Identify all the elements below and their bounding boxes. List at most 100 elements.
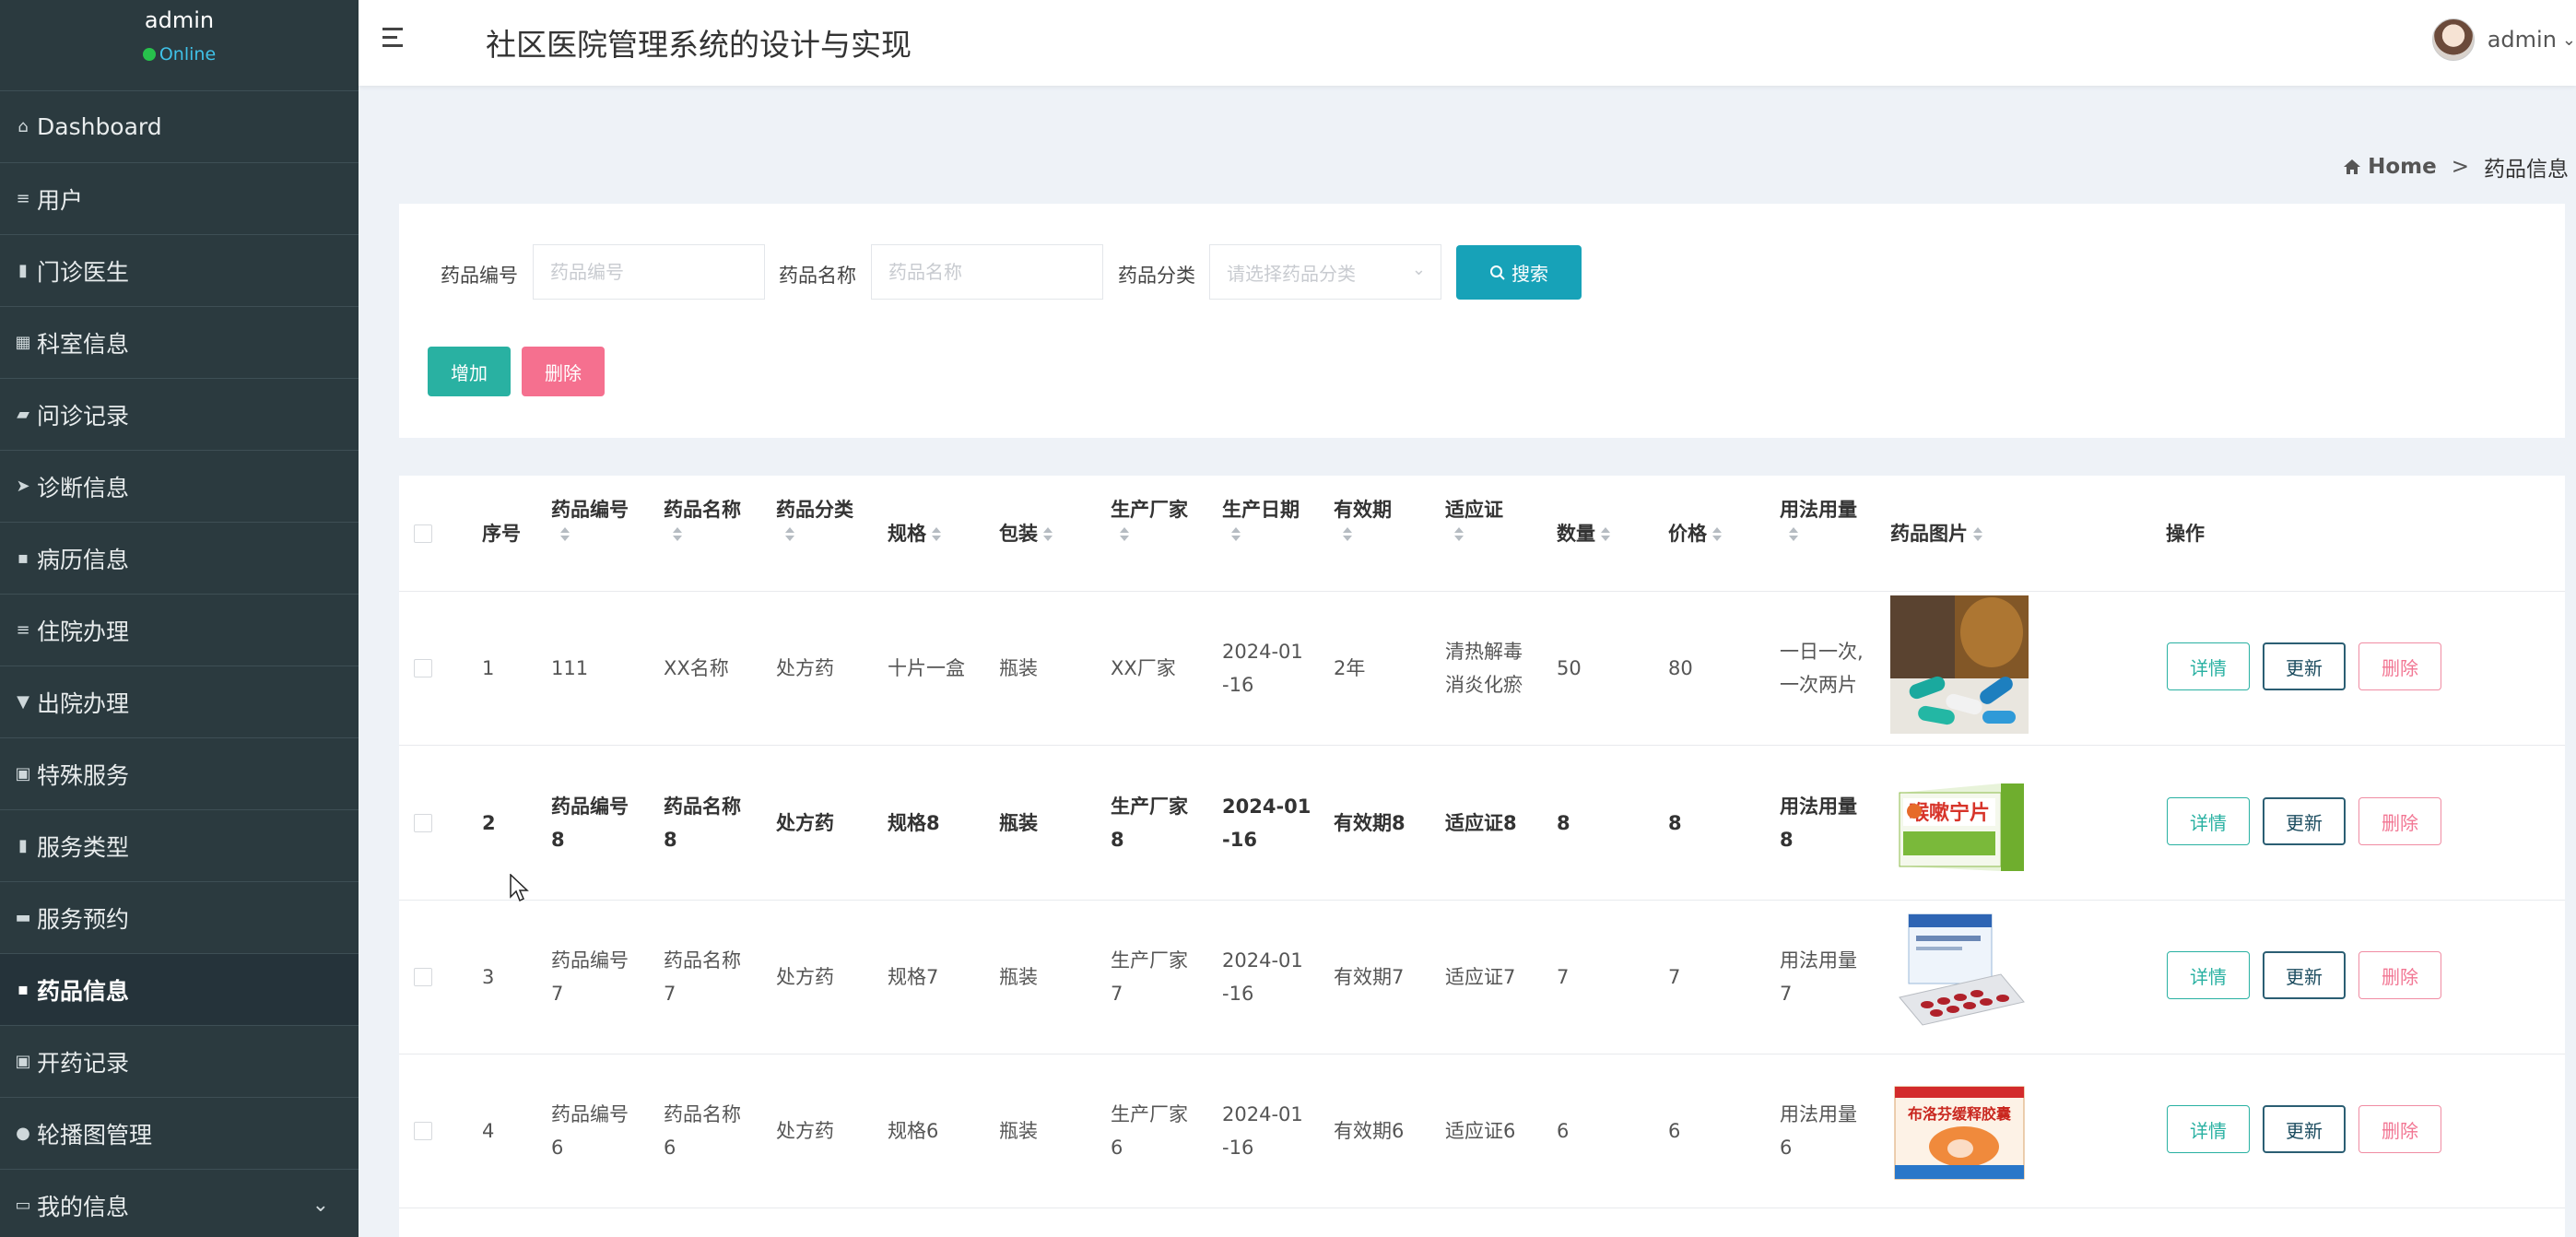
cell-price: 8 — [1668, 812, 1682, 834]
medicine-image: 布洛芬缓释胶囊 — [1890, 1082, 2029, 1220]
cell-category: 处方药 — [776, 966, 834, 988]
breadcrumb-home[interactable]: Home — [2344, 155, 2437, 179]
update-button[interactable]: 更新 — [2263, 797, 2346, 845]
cell-maker: XX厂家 — [1111, 652, 1176, 685]
sort-icon[interactable] — [1601, 527, 1610, 542]
batch-delete-button[interactable]: 删除 — [522, 347, 605, 396]
cell-usage-line: 7 — [1780, 983, 1793, 1005]
cell-validity: 2年 — [1334, 657, 1366, 679]
code-input[interactable] — [533, 244, 765, 300]
col-date[interactable]: 生产日期 — [1222, 494, 1300, 542]
row-checkbox[interactable] — [414, 1122, 432, 1140]
cell-name: 药品名称 7 — [664, 944, 741, 1010]
delete-button[interactable]: 删除 — [2358, 797, 2441, 845]
update-button[interactable]: 更新 — [2263, 642, 2346, 690]
sort-icon[interactable] — [560, 527, 570, 542]
sort-icon[interactable] — [1231, 527, 1241, 542]
cell-category: 处方药 — [776, 812, 834, 834]
cell-code: 药品编号 8 — [551, 790, 629, 856]
delete-button[interactable]: 删除 — [2358, 951, 2441, 999]
sidebar-item[interactable]: ▬ 服务预约 — [0, 882, 359, 954]
avatar — [2431, 18, 2475, 61]
sidebar-item[interactable]: ▣ 开药记录 — [0, 1026, 359, 1098]
sort-icon[interactable] — [1454, 527, 1464, 542]
mouse-cursor-icon — [510, 874, 529, 902]
col-usage[interactable]: 用法用量 — [1780, 494, 1857, 542]
sidebar-item[interactable]: ▣ 特殊服务 — [0, 738, 359, 810]
cell-usage: 用法用量 6 — [1780, 1098, 1857, 1164]
sidebar-item[interactable]: ▮ 门诊医生 — [0, 235, 359, 307]
cell-package: 瓶装 — [999, 1120, 1038, 1142]
sort-icon[interactable] — [1343, 527, 1352, 542]
cell-index: 3 — [482, 966, 495, 988]
sidebar-item[interactable]: ▭ 我的信息 ⌄ — [0, 1170, 359, 1237]
sidebar-item[interactable]: ● 轮播图管理 — [0, 1098, 359, 1170]
cell-date-line: 2024-01 — [1222, 949, 1303, 972]
col-image[interactable]: 药品图片 — [1890, 518, 1982, 549]
name-label: 药品名称 — [779, 265, 856, 287]
col-spec-label: 规格 — [888, 523, 926, 545]
delete-button[interactable]: 删除 — [2358, 1105, 2441, 1153]
cell-spec: 规格7 — [888, 966, 939, 988]
col-package[interactable]: 包装 — [999, 518, 1053, 549]
sidebar-item[interactable]: ▪ 病历信息 — [0, 523, 359, 595]
cell-usage-line: 用法用量 — [1780, 1103, 1857, 1125]
cell-maker-line: 6 — [1111, 1137, 1123, 1159]
sidebar-item[interactable]: ▪ 药品信息 — [0, 954, 359, 1026]
detail-button[interactable]: 详情 — [2167, 951, 2250, 999]
col-name[interactable]: 药品名称 — [664, 494, 741, 542]
row-checkbox[interactable] — [414, 659, 432, 677]
sort-icon[interactable] — [1789, 527, 1798, 542]
sidebar-item[interactable]: ⌂ Dashboard — [0, 91, 359, 163]
cell-maker: 生产厂家 7 — [1111, 944, 1188, 1010]
sort-icon[interactable] — [785, 527, 794, 542]
sort-icon[interactable] — [932, 527, 941, 542]
sidebar-item[interactable]: ▰ 问诊记录 — [0, 379, 359, 451]
cell-maker: 生产厂家 8 — [1111, 790, 1188, 856]
detail-button[interactable]: 详情 — [2167, 797, 2250, 845]
cell-date: 2024-01 -16 — [1222, 635, 1303, 701]
delete-button[interactable]: 删除 — [2358, 642, 2441, 690]
row-checkbox[interactable] — [414, 968, 432, 986]
menu-toggle-icon[interactable] — [382, 22, 416, 59]
sidebar-item[interactable]: ≡ 用户 — [0, 163, 359, 235]
sidebar-item[interactable]: ≡ 住院办理 — [0, 595, 359, 666]
sidebar-item[interactable]: ▮ 服务类型 — [0, 810, 359, 882]
cell-usage: 用法用量 8 — [1780, 790, 1857, 856]
sort-icon[interactable] — [1973, 527, 1982, 542]
col-code[interactable]: 药品编号 — [551, 494, 629, 542]
category-select[interactable]: 请选择药品分类 ⌄ — [1209, 244, 1441, 300]
col-maker[interactable]: 生产厂家 — [1111, 494, 1188, 542]
detail-button[interactable]: 详情 — [2167, 1105, 2250, 1153]
sort-icon[interactable] — [1043, 527, 1053, 542]
cell-date-line: 2024-01 — [1222, 1103, 1303, 1125]
cell-code-line: 111 — [551, 657, 589, 679]
col-spec[interactable]: 规格 — [888, 518, 941, 549]
sort-icon[interactable] — [1120, 527, 1129, 542]
col-validity[interactable]: 有效期 — [1334, 494, 1392, 542]
user-menu[interactable]: admin ⌄ — [2431, 18, 2576, 61]
sort-icon[interactable] — [673, 527, 682, 542]
sort-icon[interactable] — [1712, 527, 1722, 542]
detail-button[interactable]: 详情 — [2167, 642, 2250, 690]
sidebar-item-label: 我的信息 — [37, 1193, 130, 1220]
cell-usage: 用法用量 7 — [1780, 944, 1857, 1010]
sidebar-item[interactable]: ➤ 诊断信息 — [0, 451, 359, 523]
add-button[interactable]: 增加 — [428, 347, 511, 396]
row-checkbox[interactable] — [414, 814, 432, 832]
medicine-image: 喉嗽宁片 — [1890, 774, 2029, 913]
update-button[interactable]: 更新 — [2263, 951, 2346, 999]
select-all-checkbox[interactable] — [414, 524, 432, 543]
sidebar-item[interactable]: ▼ 出院办理 — [0, 666, 359, 738]
name-input[interactable] — [871, 244, 1103, 300]
col-quantity[interactable]: 数量 — [1557, 518, 1610, 549]
col-indication[interactable]: 适应证 — [1445, 494, 1503, 542]
cell-index: 4 — [482, 1120, 495, 1142]
update-button[interactable]: 更新 — [2263, 1105, 2346, 1153]
search-button[interactable]: 搜索 — [1456, 245, 1582, 300]
col-price[interactable]: 价格 — [1668, 518, 1722, 549]
col-usage-label: 用法用量 — [1780, 499, 1857, 521]
sidebar-item[interactable]: ▦ 科室信息 — [0, 307, 359, 379]
col-category[interactable]: 药品分类 — [776, 494, 853, 542]
cell-indication: 适应证6 — [1445, 1114, 1515, 1148]
